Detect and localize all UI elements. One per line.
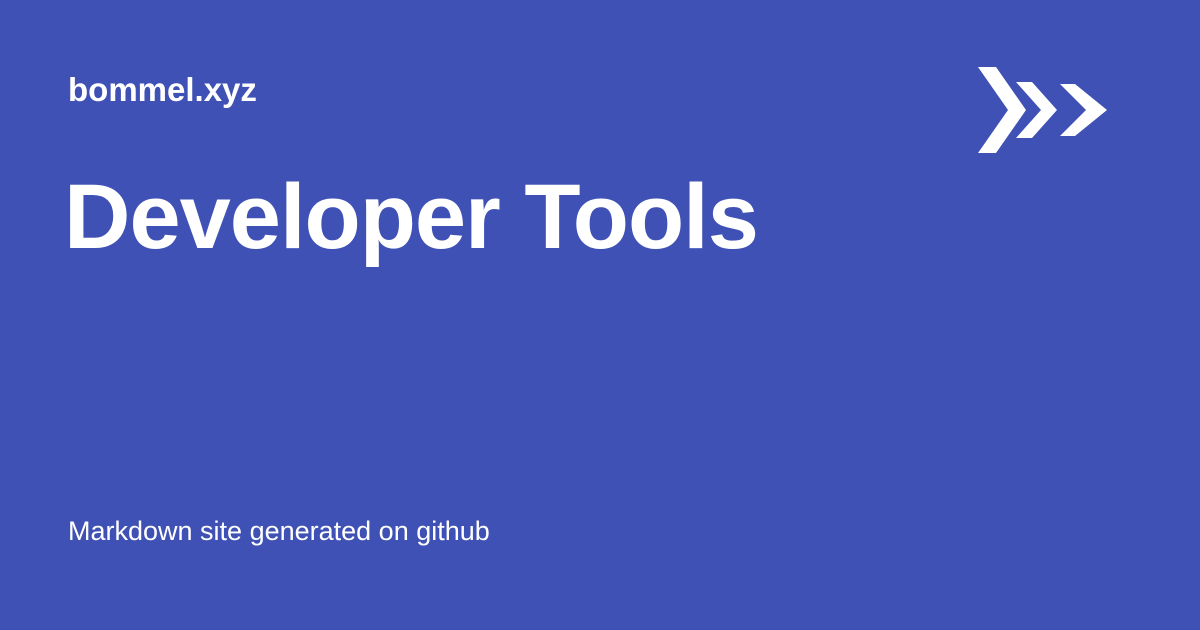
page-title: Developer Tools	[64, 166, 759, 268]
triple-chevron-right-icon	[978, 67, 1107, 153]
social-preview-card: bommel.xyz Developer Tools Markdown site…	[0, 0, 1200, 630]
footer-note: Markdown site generated on github	[68, 516, 490, 546]
site-name: bommel.xyz	[68, 71, 257, 108]
